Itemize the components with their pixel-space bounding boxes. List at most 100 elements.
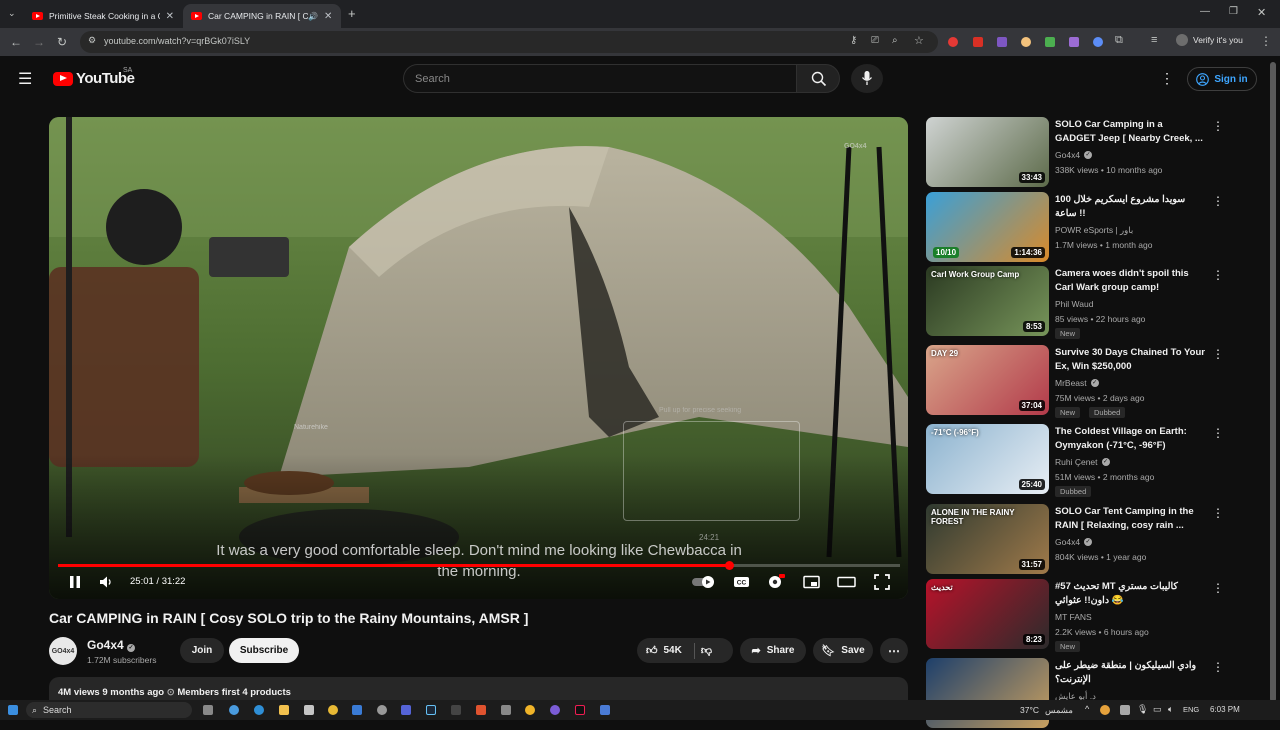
cast-icon[interactable]: ⎚	[871, 35, 879, 46]
recommendation-channel[interactable]: POWR eSports | باور	[1055, 225, 1133, 236]
recommendation-thumbnail[interactable]: -71°C (-96°F) 25:40	[926, 424, 1049, 494]
recommendation-thumbnail[interactable]: 33:43	[926, 117, 1049, 187]
extension-f-icon[interactable]	[1069, 37, 1079, 47]
recommendation-title[interactable]: SOLO Car Tent Camping in the RAIN [ Rela…	[1055, 505, 1205, 533]
progress-scrubber[interactable]	[725, 561, 735, 570]
app-icon[interactable]	[377, 705, 387, 715]
app-icon[interactable]	[476, 705, 486, 715]
fullscreen-icon[interactable]	[874, 574, 890, 590]
app-icon[interactable]	[401, 705, 411, 715]
recommendation-thumbnail[interactable]: Carl Work Group Camp 8:53	[926, 266, 1049, 336]
system-clock[interactable]: 6:03 PM	[1210, 705, 1240, 714]
more-vertical-icon[interactable]: ⋮	[1212, 194, 1224, 208]
recommendation-title[interactable]: SOLO Car Camping in a GADGET Jeep [ Near…	[1055, 118, 1205, 146]
recommendation-channel[interactable]: Ruhi Çenet ✓	[1055, 457, 1110, 467]
volume-icon[interactable]	[99, 574, 113, 590]
sign-in-button[interactable]: Sign in	[1187, 67, 1257, 91]
channel-avatar[interactable]: GO4x4	[49, 637, 77, 665]
hamburger-menu-icon[interactable]: ☰	[18, 69, 32, 89]
recommendation-thumbnail[interactable]: ALONE IN THE RAINY FOREST 31:57	[926, 504, 1049, 574]
recommendation-thumbnail[interactable]: 10/10 1:14:36	[926, 192, 1049, 262]
extension-red-icon[interactable]	[948, 37, 958, 47]
reload-icon[interactable]: ↻	[57, 35, 67, 49]
speaker-tray-icon[interactable]: 🔈︎	[1168, 704, 1173, 715]
join-button[interactable]: Join	[180, 638, 224, 663]
task-view-icon[interactable]	[203, 705, 213, 715]
dislike-thumb-icon[interactable]: 👎︎	[701, 644, 712, 657]
edge-icon[interactable]	[254, 705, 264, 715]
settings-gear-icon[interactable]	[767, 574, 785, 590]
progress-bar[interactable]	[58, 561, 900, 570]
recommendation-title[interactable]: سويدا مشروع ايسكريم خلال 100 ساعة !!	[1055, 193, 1205, 221]
file-explorer-icon[interactable]	[279, 705, 289, 715]
discord-icon[interactable]	[550, 705, 560, 715]
recommendation-card[interactable]: 10/10 1:14:36 سويدا مشروع ايسكريم خلال 100…	[926, 192, 1226, 264]
tab-search-icon[interactable]: ⌄	[8, 8, 16, 19]
tab-close-icon[interactable]: ✕	[324, 11, 332, 22]
media-controls-icon[interactable]: ≡	[1151, 34, 1157, 46]
extension-wave-icon[interactable]	[1093, 37, 1103, 47]
microphone-tray-icon[interactable]: 🎙︎	[1137, 704, 1148, 715]
extension-badge-icon[interactable]	[973, 37, 983, 47]
recommendation-card[interactable]: 33:43 SOLO Car Camping in a GADGET Jeep […	[926, 117, 1226, 189]
channel-name[interactable]: Go4x4 ✓	[87, 638, 136, 652]
share-button[interactable]: ➦ Share	[740, 638, 806, 663]
minimize-icon[interactable]: —	[1200, 6, 1210, 17]
steam-icon[interactable]	[426, 705, 436, 715]
recommendation-title[interactable]: #57 تحديث MT كاليبات مستري داون!! عثوائي…	[1055, 580, 1205, 608]
recommendation-channel[interactable]: MT FANS	[1055, 612, 1092, 622]
store-icon[interactable]	[304, 705, 314, 715]
like-thumb-icon[interactable]: 👍︎	[646, 644, 658, 657]
recommendation-card[interactable]: DAY 29 37:04 Survive 30 Days Chained To Yo…	[926, 345, 1226, 418]
recommendation-thumbnail[interactable]: DAY 29 37:04	[926, 345, 1049, 415]
windows-start-icon[interactable]	[8, 705, 18, 715]
app-icon[interactable]	[501, 705, 511, 715]
zoom-icon[interactable]: ⌕	[892, 35, 898, 46]
autoplay-toggle-icon[interactable]	[691, 574, 717, 590]
tray-app-icon[interactable]	[1100, 705, 1110, 715]
recommendation-channel[interactable]: Phil Waud	[1055, 299, 1093, 309]
bookmark-star-icon[interactable]: ☆	[914, 34, 924, 47]
forward-icon[interactable]: →	[33, 35, 45, 49]
more-vertical-icon[interactable]: ⋮	[1212, 347, 1224, 361]
window-close-icon[interactable]: ✕	[1257, 6, 1266, 19]
recommendation-title[interactable]: Camera woes didn't spoil this Carl Wark …	[1055, 267, 1205, 295]
app-icon[interactable]	[525, 705, 535, 715]
more-vertical-icon[interactable]: ⋮	[1212, 581, 1224, 595]
taskbar-search[interactable]: ⌕ Search	[26, 702, 192, 718]
more-vertical-icon[interactable]: ⋮	[1212, 660, 1224, 674]
more-vertical-icon[interactable]: ⋮	[1212, 506, 1224, 520]
more-vertical-icon[interactable]: ⋮	[1212, 268, 1224, 282]
subscribe-button[interactable]: Subscribe	[229, 638, 299, 663]
tab-close-icon[interactable]: ✕	[166, 11, 174, 22]
settings-menu-icon[interactable]: ⋮	[1160, 70, 1174, 87]
address-bar[interactable]: ⚙ youtube.com/watch?v=qrBGk07iSLY ⚷ ⎚ ⌕ …	[80, 31, 938, 53]
like-count[interactable]: 54K	[664, 645, 682, 656]
more-actions-button[interactable]: ⋯	[880, 638, 908, 663]
tiktok-icon[interactable]	[575, 705, 585, 715]
recommendation-card[interactable]: تحديث 8:23 #57 تحديث MT كاليبات مستري داون…	[926, 579, 1226, 652]
tab-audio-icon[interactable]: 🔊	[308, 12, 318, 21]
extension-k-icon[interactable]	[1045, 37, 1055, 47]
password-key-icon[interactable]: ⚷	[850, 35, 857, 46]
page-scrollbar[interactable]	[1270, 62, 1276, 702]
more-vertical-icon[interactable]: ⋮	[1212, 426, 1224, 440]
voice-search-button[interactable]	[851, 64, 883, 93]
channel-watermark[interactable]: GO4x4	[844, 143, 867, 150]
recommendation-channel[interactable]: MrBeast ✓	[1055, 378, 1099, 388]
subtitles-icon[interactable]: CC	[733, 574, 750, 590]
app-icon[interactable]	[451, 705, 461, 715]
tray-chevron-icon[interactable]: ^	[1085, 704, 1089, 714]
network-icon[interactable]: ▭	[1153, 704, 1162, 715]
recommendation-channel[interactable]: Go4x4 ✓	[1055, 537, 1093, 547]
recommendation-thumbnail[interactable]: تحديث 8:23	[926, 579, 1049, 649]
chrome-icon[interactable]	[328, 705, 338, 715]
extension-shield-icon[interactable]	[997, 37, 1007, 47]
tray-app-icon[interactable]	[1120, 705, 1130, 715]
search-input[interactable]: Search	[403, 64, 796, 93]
weather-temperature[interactable]: 37°C	[1020, 705, 1039, 715]
recommendation-title[interactable]: وادي السيليكون | منطقة ضيطر على الإنترنت…	[1055, 659, 1205, 687]
app-icon[interactable]	[600, 705, 610, 715]
video-player[interactable]: Naturehike GO4x4 Pull up for precise see…	[49, 117, 908, 599]
recommendation-card[interactable]: ALONE IN THE RAINY FOREST 31:57 SOLO Car T…	[926, 504, 1226, 576]
